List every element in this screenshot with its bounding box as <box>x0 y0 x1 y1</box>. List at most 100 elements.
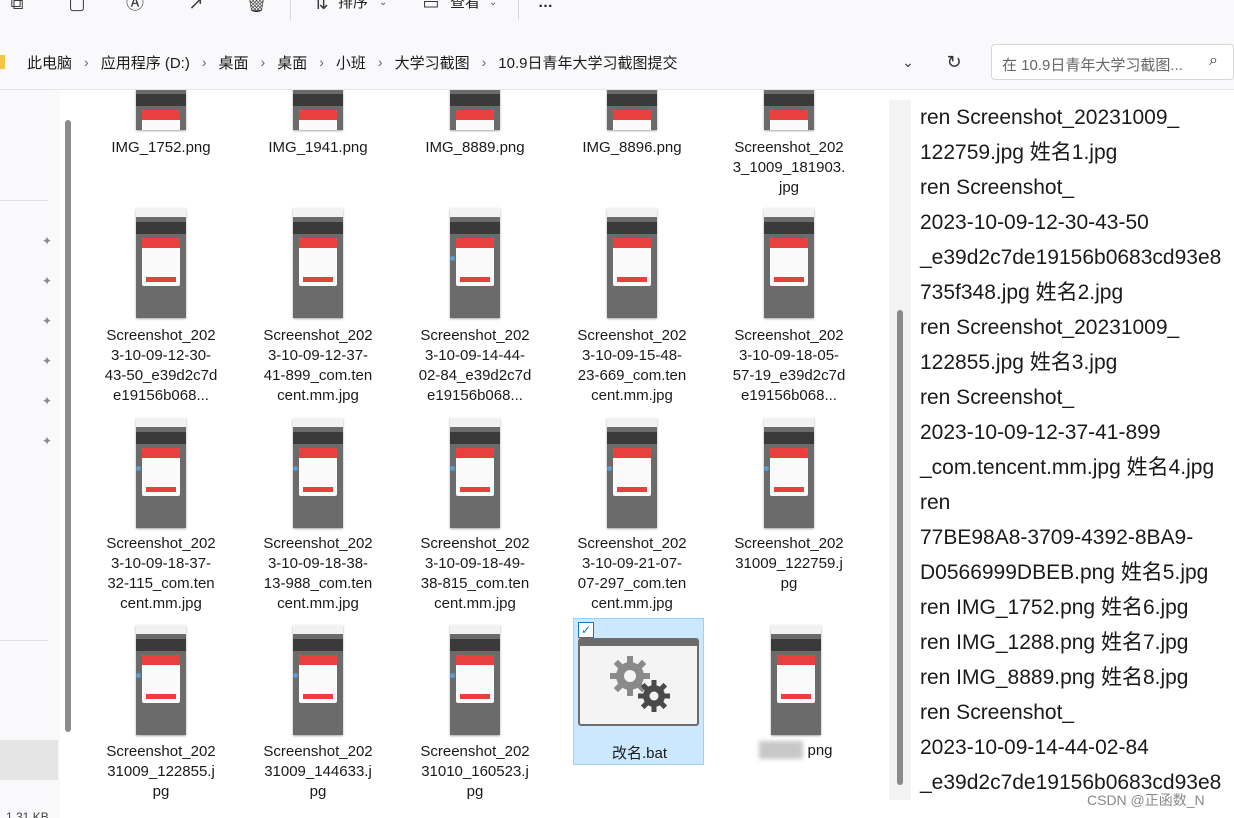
file-grid: ✓ 改名.bat png IMG_1752.png IMG_1941.png I… <box>78 90 890 802</box>
image-thumbnail <box>450 90 500 130</box>
view-button[interactable]: 查看 <box>450 0 480 14</box>
nav-divider <box>0 640 48 641</box>
breadcrumb-item[interactable]: 大学习截图 <box>395 52 470 73</box>
nav-scrollbar[interactable] <box>65 120 71 732</box>
nav-selected-item[interactable] <box>0 740 58 780</box>
image-thumbnail <box>450 625 500 735</box>
breadcrumb-item[interactable]: 桌面 <box>277 52 307 73</box>
image-thumbnail <box>136 625 186 735</box>
share-icon[interactable]: ↗ <box>185 0 207 14</box>
breadcrumb-chevron-icon[interactable]: › <box>482 55 487 69</box>
file-name: Screenshot_202 3-10-09-15-48- 23-669_com… <box>577 327 687 404</box>
toolbar-divider <box>290 0 291 20</box>
text-line: ren Screenshot_ <box>920 701 1075 724</box>
file-name: IMG_1752.png <box>111 139 211 156</box>
image-thumbnail <box>293 208 343 318</box>
view-chevron-down-icon[interactable]: ⌄ <box>489 0 497 14</box>
text-line: ren Screenshot_20231009_ <box>920 316 1180 339</box>
file-name: Screenshot_202 3-10-09-14-44- 02-84_e39d… <box>418 327 532 404</box>
file-name: Screenshot_202 3-10-09-18-49- 38-815_com… <box>420 535 530 612</box>
image-thumbnail <box>136 208 186 318</box>
search-box[interactable]: 在 10.9日青年大学习截图... ⌕ <box>991 44 1234 80</box>
paste-icon[interactable]: ▢ <box>66 0 88 14</box>
search-icon[interactable]: ⌕ <box>1209 52 1218 70</box>
toolbar-divider <box>518 0 519 20</box>
pin-icon[interactable]: ✦ <box>40 314 54 328</box>
pin-icon[interactable]: ✦ <box>40 274 54 288</box>
address-bar: 此电脑 › 应用程序 (D:) › 桌面 › 桌面 › 小班 › 大学习截图 › 10.9日青年大学习截… <box>0 34 1234 90</box>
text-line: 2023-10-09-12-37-41-899 <box>920 421 1161 444</box>
more-options-button[interactable]: … <box>538 0 553 14</box>
pin-icon[interactable]: ✦ <box>40 434 54 448</box>
view-icon[interactable]: ▭ <box>420 0 442 14</box>
text-preview-panel: ren Screenshot_20231009_ 122759.jpg 姓名1.j… <box>912 90 1234 818</box>
rename-icon[interactable]: Ⓐ <box>124 0 146 14</box>
image-thumbnail <box>764 418 814 528</box>
nav-divider <box>0 200 48 201</box>
breadcrumb-item[interactable]: 10.9日青年大学习截图提交 <box>498 52 677 73</box>
image-thumbnail <box>136 90 186 130</box>
sort-icon[interactable]: ⇅ <box>310 0 332 14</box>
breadcrumb-item[interactable]: 小班 <box>336 52 366 73</box>
file-name: Screenshot_202 3-10-09-12-30- 43-50_e39d… <box>104 327 218 404</box>
file-name: IMG_8889.png <box>425 139 525 156</box>
text-line: ren Screenshot_ <box>920 386 1075 409</box>
file-name: Screenshot_202 3-10-09-18-38- 13-988_com… <box>263 535 373 612</box>
breadcrumb-chevron-icon[interactable]: › <box>378 55 383 69</box>
breadcrumb-chevron-icon[interactable]: › <box>319 55 324 69</box>
file-item[interactable]: png <box>731 625 861 765</box>
image-thumbnail <box>450 418 500 528</box>
text-line: ren IMG_1288.png 姓名7.jpg <box>920 631 1189 654</box>
file-name: IMG_8896.png <box>582 139 682 156</box>
image-thumbnail <box>293 418 343 528</box>
delete-icon[interactable]: 🗑 <box>245 0 268 14</box>
history-chevron-down-icon[interactable]: ⌄ <box>896 50 920 74</box>
copy-icon[interactable]: ⧉ <box>6 0 28 14</box>
file-name: Screenshot_202 3-10-09-18-37- 32-115_com… <box>106 535 216 612</box>
text-line: 735f348.jpg 姓名2.jpg <box>920 281 1124 304</box>
refresh-icon[interactable]: ↻ <box>942 50 966 74</box>
watermark: CSDN @正函数_N <box>1087 792 1205 808</box>
folder-icon <box>0 55 5 69</box>
text-line: 77BE98A8-3709-4392-8BA9- <box>920 526 1194 549</box>
gear-icon <box>610 656 670 712</box>
batch-file-icon <box>578 638 699 726</box>
breadcrumb-chevron-icon[interactable]: › <box>202 55 207 69</box>
checkbox-checked-icon[interactable]: ✓ <box>578 622 594 638</box>
text-line: 2023-10-09-14-44-02-84 <box>920 736 1149 759</box>
breadcrumb-chevron-icon[interactable]: › <box>84 55 89 69</box>
navigation-pane: ✦ ✦ ✦ ✦ ✦ ✦ <box>0 90 60 818</box>
search-input[interactable]: 在 10.9日青年大学习截图... <box>1002 54 1183 75</box>
image-thumbnail <box>764 90 814 130</box>
sort-button[interactable]: 排序 <box>338 0 368 14</box>
breadcrumb-item[interactable]: 应用程序 (D:) <box>101 52 190 73</box>
pin-icon[interactable]: ✦ <box>40 234 54 248</box>
text-line: ren IMG_1752.png 姓名6.jpg <box>920 596 1189 619</box>
breadcrumb-chevron-icon[interactable]: › <box>261 55 266 69</box>
image-thumbnail <box>607 90 657 130</box>
image-thumbnail <box>136 418 186 528</box>
file-item-selected[interactable]: ✓ 改名.bat <box>573 618 704 765</box>
image-thumbnail <box>293 90 343 130</box>
image-thumbnail <box>607 208 657 318</box>
main-scrollbar[interactable] <box>897 310 903 785</box>
text-line: _com.tencent.mm.jpg 姓名4.jpg <box>920 456 1215 479</box>
image-thumbnail <box>764 208 814 318</box>
file-name: Screenshot_202 3-10-09-18-05- 57-19_e39d… <box>732 327 846 404</box>
command-bar: ⧉ ▢ Ⓐ ↗ 🗑 ⇅ 排序 ⌄ ▭ 查看 ⌄ … <box>0 0 1234 34</box>
file-name: Screenshot_202 3_1009_181903. jpg <box>732 139 846 196</box>
text-line: 122759.jpg 姓名1.jpg <box>920 141 1118 164</box>
pin-icon[interactable]: ✦ <box>40 354 54 368</box>
file-name: Screenshot_202 31010_160523.j pg <box>420 743 530 800</box>
text-line: 2023-10-09-12-30-43-50 <box>920 211 1149 234</box>
breadcrumb-item[interactable]: 此电脑 <box>27 52 72 73</box>
sort-chevron-down-icon[interactable]: ⌄ <box>379 0 387 14</box>
image-thumbnail <box>607 418 657 528</box>
breadcrumb-item[interactable]: 桌面 <box>219 52 249 73</box>
pin-icon[interactable]: ✦ <box>40 394 54 408</box>
image-thumbnail <box>771 625 821 735</box>
file-name: IMG_1941.png <box>268 139 368 156</box>
status-size: 1.31 KB <box>6 810 49 818</box>
file-name-suffix: png <box>807 742 833 759</box>
breadcrumb[interactable]: 此电脑 › 应用程序 (D:) › 桌面 › 桌面 › 小班 › 大学习截图 › 10.9日青年大学习截… <box>0 46 677 78</box>
